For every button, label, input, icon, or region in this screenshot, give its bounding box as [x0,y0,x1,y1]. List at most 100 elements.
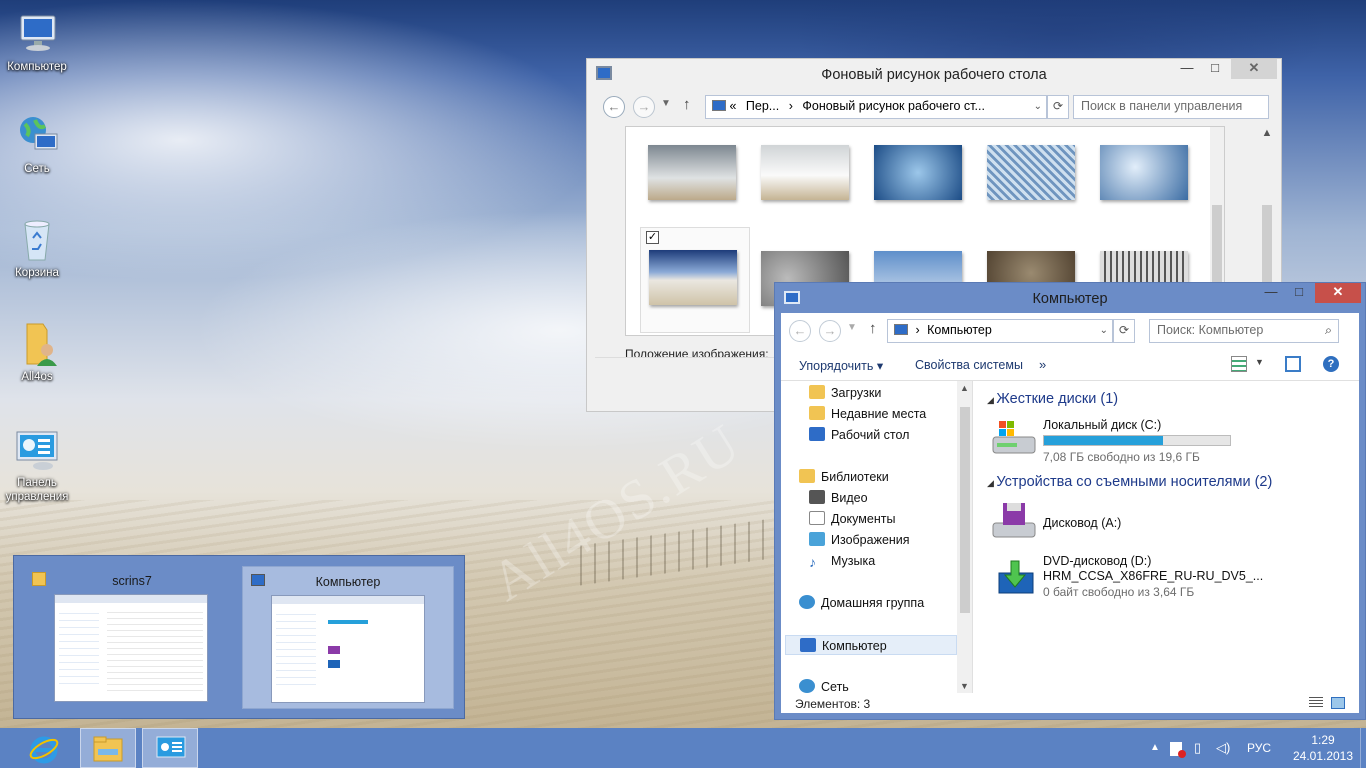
taskbar-internet-explorer[interactable] [18,728,74,768]
recent-dropdown[interactable]: ▼ [847,322,857,333]
wallpaper-thumb[interactable] [761,145,849,200]
desktop-icon-all4os[interactable]: All4os [0,320,74,384]
internet-explorer-icon [29,736,59,764]
group-header-removable[interactable]: ◢ Устройства со съемными носителями (2) [987,474,1272,490]
desktop-icon [809,427,825,441]
up-button[interactable]: ↑ [869,320,877,337]
scroll-up-icon[interactable]: ▲ [957,383,972,393]
scroll-up-icon[interactable]: ▲ [1259,127,1275,139]
help-icon[interactable]: ? [1323,356,1339,372]
network-tray-icon[interactable]: ▯ [1194,728,1201,768]
maximize-button[interactable]: □ [1201,59,1229,79]
drive-d-item[interactable]: DVD-дисковод (D:) HRM_CCSA_X86FRE_RU-RU_… [991,551,1321,601]
nav-item-downloads[interactable]: Загрузки [809,383,881,403]
desktop-icon-label: Сеть [24,163,50,175]
breadcrumb-item[interactable]: Компьютер [927,323,992,337]
wallpaper-thumb[interactable] [874,145,962,200]
nav-item-pictures[interactable]: Изображения [809,530,910,550]
recent-dropdown[interactable]: ▼ [661,98,671,109]
drive-a-name: Дисковод (A:) [1043,516,1122,530]
breadcrumb-item[interactable]: Фоновый рисунок рабочего ст... [802,99,985,113]
action-center-icon[interactable] [1170,728,1186,768]
switcher-card-scrins7[interactable]: scrins7 [26,566,238,709]
nav-item-homegroup[interactable]: Домашняя группа [799,593,924,613]
desktop-icon-control-panel[interactable]: Панель управления [0,426,74,504]
more-commands-button[interactable]: » [1039,357,1046,372]
hard-drive-icon [992,421,1036,454]
show-desktop-button[interactable] [1360,728,1366,768]
nav-item-computer[interactable]: Компьютер [785,635,957,655]
drive-d-label: HRM_CCSA_X86FRE_RU-RU_DV5_... [1043,569,1264,583]
desktop-icon-label: All4os [21,371,53,383]
nav-item-label: Рабочий стол [831,428,910,442]
scroll-down-icon[interactable]: ▼ [957,681,972,691]
clock-time: 1:29 [1311,733,1335,747]
nav-item-documents[interactable]: Документы [809,509,895,529]
floppy-drive-icon [992,503,1036,538]
breadcrumb-item[interactable]: Пер... [746,99,779,113]
forward-button[interactable]: → [819,320,841,342]
change-view-icon[interactable] [1231,356,1247,372]
close-button[interactable]: ✕ [1315,283,1361,303]
large-icons-view-icon[interactable] [1331,697,1345,709]
taskbar-control-panel[interactable] [142,728,198,768]
nav-item-label: Недавние места [831,407,927,421]
desktop-icon-recycle-bin[interactable]: Корзина [0,216,74,280]
wallpaper-thumb[interactable] [648,145,736,200]
address-dropdown-icon[interactable]: ⌄ [1100,320,1108,341]
wallpaper-thumb[interactable] [987,145,1075,200]
refresh-button[interactable]: ⟳ [1047,95,1069,119]
address-bar[interactable]: › Компьютер ⌄ [887,319,1113,343]
downloads-icon [809,385,825,399]
nav-item-desktop[interactable]: Рабочий стол [809,425,909,445]
wallpaper-window-titlebar[interactable]: Фоновый рисунок рабочего стола — □ ✕ [587,59,1281,89]
close-button[interactable]: ✕ [1231,59,1277,79]
nav-item-music[interactable]: ♪ Музыка [809,551,875,571]
computer-icon [800,638,816,652]
up-button[interactable]: ↑ [683,96,691,113]
preview-pane-icon[interactable] [1285,356,1301,372]
desktop-icon-computer[interactable]: Компьютер [0,10,74,74]
homegroup-icon [799,595,815,609]
drive-d-name: DVD-дисковод (D:) [1043,554,1152,568]
switcher-card-computer[interactable]: Компьютер [242,566,454,709]
group-header-hard-drives[interactable]: ◢ Жесткие диски (1) [987,391,1118,407]
address-bar[interactable]: « Пер... › Фоновый рисунок рабочего ст..… [705,95,1047,119]
nav-item-recent-places[interactable]: Недавние места [809,404,926,424]
input-language-indicator[interactable]: РУС [1247,728,1271,768]
nav-item-libraries[interactable]: Библиотеки [799,467,889,487]
desktop-icon-network[interactable]: Сеть [0,112,74,176]
minimize-button[interactable]: — [1173,59,1201,79]
search-input[interactable]: Поиск: Компьютер ⌕ [1149,319,1339,343]
back-button[interactable]: ← [789,320,811,342]
explorer-titlebar[interactable]: Компьютер — □ ✕ [775,283,1365,313]
address-dropdown-icon[interactable]: ⌄ [1034,96,1042,117]
search-input[interactable]: Поиск в панели управления [1073,95,1269,119]
forward-button[interactable]: → [633,96,655,118]
minimize-button[interactable]: — [1257,283,1285,303]
drive-c-item[interactable]: Локальный диск (C:) 7,08 ГБ свободно из … [991,417,1321,464]
scrollbar-thumb[interactable] [960,407,970,613]
back-button[interactable]: ← [603,96,625,118]
view-dropdown-icon[interactable]: ▼ [1255,357,1264,367]
maximize-button[interactable]: □ [1285,283,1313,303]
wallpaper-thumb[interactable] [1100,145,1188,200]
status-bar: Элементов: 3 [781,693,1359,713]
organize-button[interactable]: Упорядочить ▾ [799,358,883,373]
taskbar-file-explorer[interactable] [80,728,136,768]
refresh-button[interactable]: ⟳ [1113,319,1135,343]
clock[interactable]: 1:29 24.01.2013 [1290,732,1356,764]
volume-icon[interactable]: ◁) [1216,728,1230,768]
nav-item-video[interactable]: Видео [809,488,868,508]
details-view-icon[interactable] [1309,697,1323,709]
wallpaper-checkbox[interactable]: ✓ [646,231,659,244]
show-hidden-icons-button[interactable]: ▲ [1150,728,1160,768]
selected-wallpaper-frame[interactable]: ✓ [640,227,750,333]
drive-a-item[interactable]: Дисковод (A:) [991,499,1321,543]
recycle-bin-icon [13,216,61,264]
search-icon: ⌕ [1324,323,1332,337]
nav-scrollbar[interactable]: ▲ ▼ [957,381,972,693]
system-properties-button[interactable]: Свойства системы [915,358,1023,372]
control-panel-icon [13,426,61,474]
user-folder-icon [13,320,61,368]
